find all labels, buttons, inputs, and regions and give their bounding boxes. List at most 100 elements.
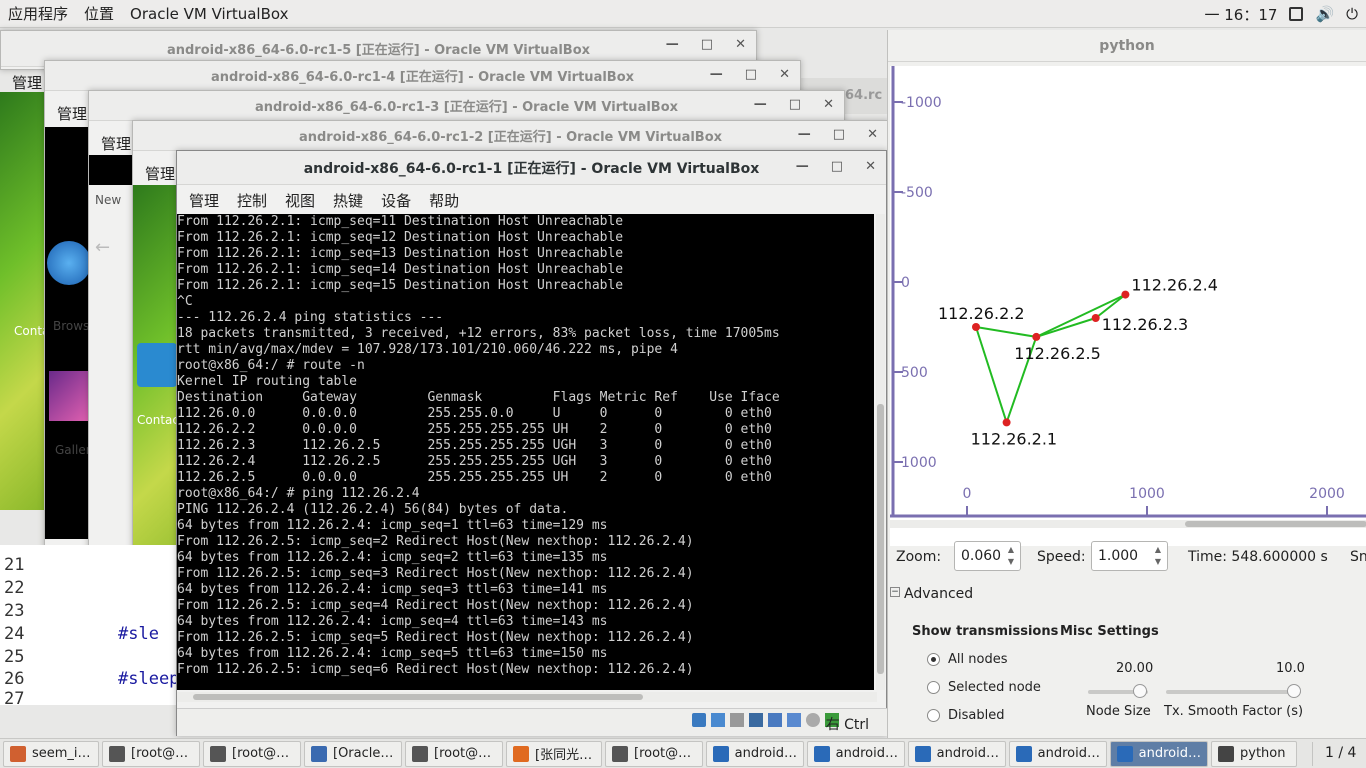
app-icon [915,745,931,762]
terminal-line: From 112.26.2.1: icmp_seq=13 Destination… [177,246,624,261]
close-icon[interactable]: ✕ [865,159,876,174]
vm-terminal[interactable]: From 112.26.2.1: icmp_seq=11 Destination… [177,214,874,690]
menu-devices[interactable]: 设备 [381,190,411,211]
canvas-hscrollbar[interactable] [890,520,1366,528]
network-node [1091,314,1100,322]
maximize-icon[interactable]: □ [745,67,757,82]
line-number: 23 [4,601,25,621]
time-readout: Time: 548.600000 s [1188,549,1328,565]
active-app-name[interactable]: Oracle VM VirtualBox [122,5,296,23]
power-icon[interactable]: ⏻ [1346,5,1358,23]
browser-icon[interactable] [47,241,91,285]
taskbar-item[interactable]: android… [706,740,804,767]
vertical-scrollbar[interactable] [876,214,885,690]
screen-icon[interactable] [1289,7,1304,21]
window-title: android-x86_64-6.0-rc1-1 [正在运行] - Oracle… [303,160,760,177]
line-number: 22 [4,578,25,598]
taskbar-item[interactable]: [root@… [203,740,301,767]
taskbar-item[interactable]: android… [807,740,905,767]
close-icon[interactable]: ✕ [779,67,790,82]
speed-spinbox[interactable]: 1.000 ▲ ▼ [1091,541,1168,571]
menu-hotkey[interactable]: 热键 [333,190,363,211]
smooth-factor-slider[interactable] [1166,690,1301,694]
taskbar-item[interactable]: [root@… [102,740,200,767]
spin-arrows-icon[interactable]: ▲ ▼ [1004,544,1018,568]
terminal-line: From 112.26.2.5: icmp_seq=4 Redirect Hos… [177,598,694,613]
minimize-icon[interactable]: — [798,127,811,142]
line-number: 21 [4,555,25,575]
minimize-icon[interactable]: — [710,67,723,82]
menu-view[interactable]: 视图 [285,190,315,211]
minimize-icon[interactable]: — [754,97,767,112]
taskbar-item[interactable]: [root@… [605,740,703,767]
terminal-line: From 112.26.2.5: icmp_seq=2 Redirect Hos… [177,534,694,549]
app-icon [713,745,729,762]
vm-menubar: 管理 控制 视图 热键 设备 帮助 [177,185,886,215]
clock[interactable]: 一 16：17 [1204,4,1277,25]
gallery-icon[interactable] [49,371,89,421]
maximize-icon[interactable]: □ [833,127,845,142]
window-5-menu[interactable]: 管理 [12,72,42,93]
hdd-icon[interactable] [692,713,706,727]
maximize-icon[interactable]: □ [789,97,801,112]
speed-value: 1.000 [1098,548,1139,564]
close-icon[interactable]: ✕ [867,127,878,142]
spin-arrows-icon[interactable]: ▲ ▼ [1151,544,1165,568]
display-icon[interactable] [749,713,763,727]
collapse-icon[interactable]: − [890,587,900,597]
menu-help[interactable]: 帮助 [429,190,459,211]
taskbar-item-label: android… [835,746,898,761]
taskbar-item[interactable]: android… [1110,740,1208,767]
horizontal-scrollbar[interactable] [177,692,877,702]
network-canvas[interactable]: -1000 -500 0 500 1000 0 1000 2000 112.26.2.1 112.… [890,66,1366,546]
mouse-icon[interactable] [806,713,820,727]
volume-icon[interactable]: 🔊 [1315,5,1334,23]
y-tick-label: -500 [901,185,933,201]
new-tab-label[interactable]: New [95,193,121,207]
places-menu[interactable]: 位置 [76,3,122,24]
maximize-icon[interactable]: □ [831,159,843,174]
menu-control[interactable]: 控制 [237,190,267,211]
code-editor[interactable]: 21 22 23 24 25 26 27 #sle #sleep [0,545,180,709]
zoom-spinbox[interactable]: 0.060 ▲ ▼ [954,541,1021,571]
close-icon[interactable]: ✕ [735,37,746,52]
applications-menu[interactable]: 应用程序 [0,3,76,24]
radio-disabled[interactable] [927,709,940,722]
slider-handle[interactable] [1287,684,1301,698]
terminal-line: 112.26.2.2 0.0.0.0 255.255.255.255 UH 2 … [177,422,772,437]
minimize-icon[interactable]: — [796,159,809,174]
shared-folder-icon[interactable] [768,713,782,727]
snapshot-label[interactable]: Sn [1350,549,1366,565]
taskbar-item[interactable]: seem_i… [3,740,99,767]
terminal-line: From 112.26.2.1: icmp_seq=11 Destination… [177,214,624,229]
optical-icon[interactable] [730,713,744,727]
link-edge [975,326,1008,423]
radio-all-nodes[interactable] [927,653,940,666]
network-icon[interactable] [711,713,725,727]
back-arrow-icon[interactable]: ← [95,237,110,258]
taskbar-item[interactable]: [Oracle… [304,740,402,767]
network-node [1002,418,1011,427]
slider-handle[interactable] [1133,684,1147,698]
taskbar-item[interactable]: android… [908,740,1006,767]
taskbar-item[interactable]: python [1211,740,1297,767]
taskbar-item[interactable]: [root@… [405,740,503,767]
usb-icon[interactable] [787,713,801,727]
minimize-icon[interactable]: — [666,37,679,52]
advanced-expander[interactable]: Advanced [904,586,973,602]
taskbar-item[interactable]: [张同光… [506,740,602,767]
workspace-indicator[interactable]: 1 / 4 [1312,742,1364,766]
x-tick-label: 0 [963,486,972,502]
taskbar-item-label: android… [936,746,999,761]
menu-manage[interactable]: 管理 [189,190,219,211]
contact-icon[interactable] [137,343,177,387]
taskbar-item[interactable]: android… [1009,740,1107,767]
terminal-line: root@x86_64:/ # ping 112.26.2.4 [177,486,420,501]
terminal-line: rtt min/avg/max/mdev = 107.928/173.101/2… [177,342,678,357]
python-window[interactable]: python -1000 -500 0 500 1000 0 1000 2000 112.26.… [887,30,1366,738]
y-tick-label: 500 [901,365,928,381]
radio-selected-node[interactable] [927,681,940,694]
close-icon[interactable]: ✕ [823,97,834,112]
terminal-line: From 112.26.2.5: icmp_seq=3 Redirect Hos… [177,566,694,581]
maximize-icon[interactable]: □ [701,37,713,52]
